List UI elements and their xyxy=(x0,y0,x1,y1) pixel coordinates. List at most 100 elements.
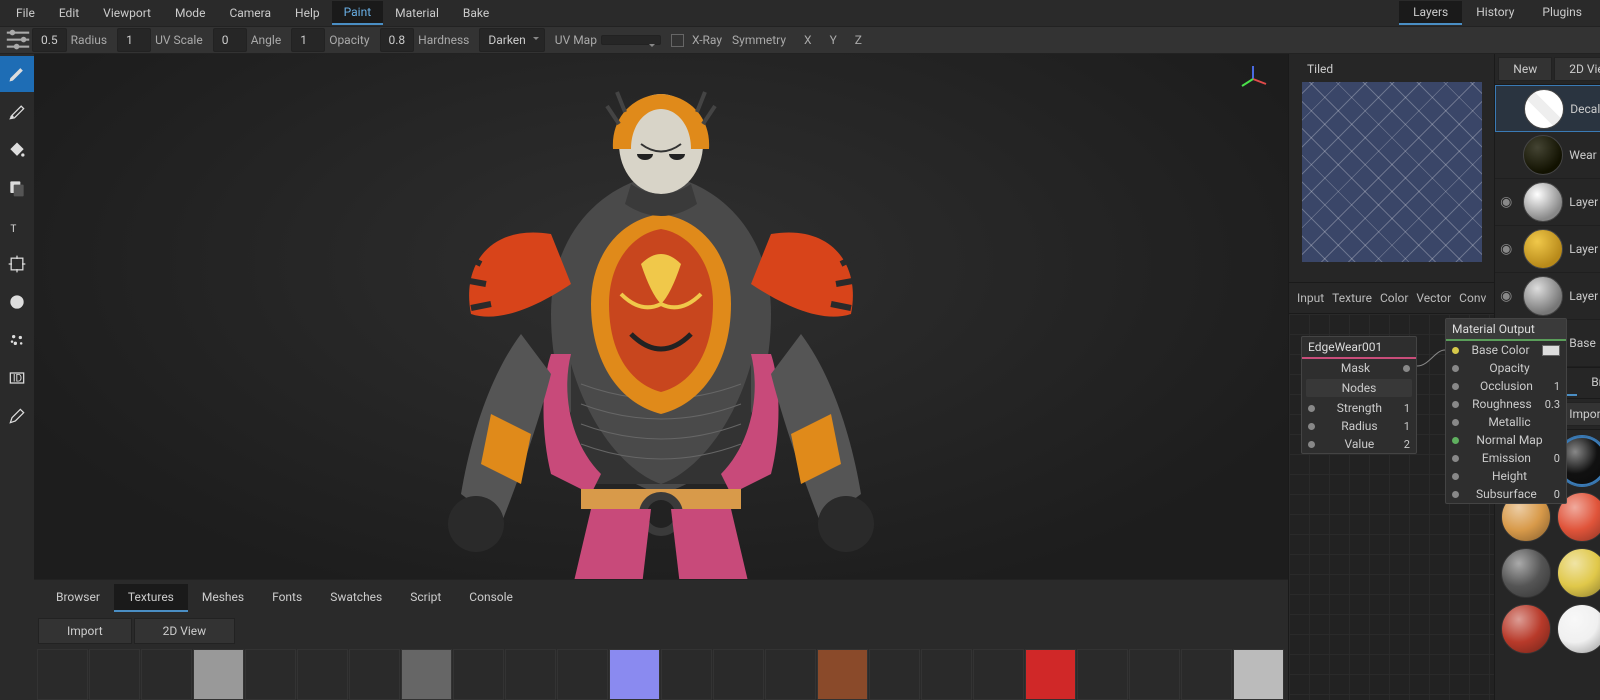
opacity-input[interactable]: 1 xyxy=(291,28,325,52)
layer-row[interactable]: ◉ Layer 3 MixPlate xyxy=(1495,226,1600,273)
out-roughness-val[interactable]: 0.3 xyxy=(1545,398,1560,411)
node-edgewear[interactable]: EdgeWear001 Mask Nodes Strength1 Radius1… xyxy=(1301,336,1417,454)
material-ball[interactable] xyxy=(1501,548,1551,598)
menu-file[interactable]: File xyxy=(4,2,47,24)
tab-plugins[interactable]: Plugins xyxy=(1528,1,1596,25)
node-material-output[interactable]: Material Output Base Color Opacity Occlu… xyxy=(1445,318,1567,504)
texture-thumb[interactable] xyxy=(245,649,296,700)
particle-tool[interactable] xyxy=(0,322,34,358)
radius-input[interactable]: 0.5 xyxy=(32,28,67,52)
texture-thumb[interactable] xyxy=(401,649,452,700)
angle-input[interactable]: 0 xyxy=(213,28,247,52)
layer-name[interactable]: Wear xyxy=(1569,148,1600,162)
texture-thumb[interactable] xyxy=(453,649,504,700)
menu-help[interactable]: Help xyxy=(283,2,332,24)
layer-row[interactable]: ◉ Layer 2 MixArmor xyxy=(1495,273,1600,320)
2dview-button[interactable]: 2D View xyxy=(134,618,236,644)
texture-thumb[interactable] xyxy=(765,649,816,700)
midtab-input[interactable]: Input xyxy=(1293,289,1328,307)
midtab-vector[interactable]: Vector xyxy=(1412,289,1455,307)
texture-thumb[interactable] xyxy=(1077,649,1128,700)
xray-checkbox[interactable] xyxy=(671,34,684,47)
texture-thumb[interactable] xyxy=(141,649,192,700)
material-ball[interactable] xyxy=(1501,604,1551,654)
node-value-val[interactable]: 2 xyxy=(1404,438,1410,451)
layer-new-btn[interactable]: New xyxy=(1498,57,1552,81)
texture-thumb[interactable] xyxy=(297,649,348,700)
texture-thumb[interactable] xyxy=(349,649,400,700)
material-ball[interactable] xyxy=(1557,548,1600,598)
midtab-conv[interactable]: Conv xyxy=(1455,289,1490,307)
texture-thumb[interactable] xyxy=(1181,649,1232,700)
picker-tool[interactable] xyxy=(0,398,34,434)
texture-thumb[interactable] xyxy=(609,649,660,700)
text-tool[interactable]: T xyxy=(0,208,34,244)
uvmap-dropdown[interactable] xyxy=(601,35,661,45)
layer-name[interactable]: Decal xyxy=(1570,102,1600,116)
tab-fonts[interactable]: Fonts xyxy=(258,584,316,612)
tab-history[interactable]: History xyxy=(1462,1,1528,25)
texture-thumb[interactable] xyxy=(193,649,244,700)
out-basecolor-swatch[interactable] xyxy=(1542,345,1560,356)
menu-mode[interactable]: Mode xyxy=(163,2,217,24)
circle-tool[interactable] xyxy=(0,284,34,320)
import-button[interactable]: Import xyxy=(38,618,132,644)
tab-browser[interactable]: Browser xyxy=(42,584,114,612)
tab-textures[interactable]: Textures xyxy=(114,584,188,612)
material-ball[interactable] xyxy=(1557,604,1600,654)
texture-thumb[interactable] xyxy=(817,649,868,700)
ptab-brushes[interactable]: Brushes xyxy=(1577,370,1600,396)
out-occlusion-val[interactable]: 1 xyxy=(1554,380,1560,393)
out-subsurface-val[interactable]: 0 xyxy=(1554,488,1560,501)
texture-thumb[interactable] xyxy=(89,649,140,700)
midtab-texture[interactable]: Texture xyxy=(1328,289,1376,307)
texture-thumb[interactable] xyxy=(869,649,920,700)
fill-tool[interactable] xyxy=(0,132,34,168)
hardness-input[interactable]: 0.8 xyxy=(380,28,415,52)
layer-name[interactable]: Layer 3 xyxy=(1569,242,1600,256)
texture-thumb[interactable] xyxy=(973,649,1024,700)
texture-thumb[interactable] xyxy=(921,649,972,700)
material-preview[interactable] xyxy=(1302,82,1482,262)
clone-tool[interactable] xyxy=(0,170,34,206)
visibility-icon[interactable]: ◉ xyxy=(1495,288,1517,304)
layer-row[interactable]: Decal DarkenShared xyxy=(1495,85,1600,132)
visibility-icon[interactable]: ◉ xyxy=(1495,194,1517,210)
layer-row[interactable]: ◉ Layer 4 MixDecor xyxy=(1495,179,1600,226)
texture-thumb[interactable] xyxy=(1233,649,1284,700)
layer-name[interactable]: Layer 4 xyxy=(1569,195,1600,209)
texture-thumb[interactable] xyxy=(1025,649,1076,700)
menu-edit[interactable]: Edit xyxy=(47,2,91,24)
eraser-tool[interactable] xyxy=(0,94,34,130)
tab-console[interactable]: Console xyxy=(455,584,527,612)
node-strength-val[interactable]: 1 xyxy=(1404,402,1410,415)
midtab-color[interactable]: Color xyxy=(1376,289,1412,307)
sliders-icon[interactable] xyxy=(4,26,32,54)
node-nodes-btn[interactable]: Nodes xyxy=(1342,381,1377,395)
sym-y[interactable]: Y xyxy=(824,29,843,51)
node-radius-val[interactable]: 1 xyxy=(1404,420,1410,433)
viewport-3d[interactable] xyxy=(34,54,1288,579)
texture-thumb[interactable] xyxy=(37,649,88,700)
menu-camera[interactable]: Camera xyxy=(217,2,283,24)
texture-thumb[interactable] xyxy=(1129,649,1180,700)
layer-name[interactable]: Layer 2 xyxy=(1569,289,1600,303)
node-graph[interactable]: EdgeWear001 Mask Nodes Strength1 Radius1… xyxy=(1289,314,1494,700)
blend-dropdown[interactable]: Darken xyxy=(479,28,544,52)
tab-swatches[interactable]: Swatches xyxy=(316,584,396,612)
texture-thumb[interactable] xyxy=(661,649,712,700)
axis-gizmo[interactable] xyxy=(1238,64,1268,94)
texture-thumb[interactable] xyxy=(713,649,764,700)
layer-2dview-btn[interactable]: 2D View xyxy=(1554,57,1600,81)
id-tool[interactable]: ID xyxy=(0,360,34,396)
tab-layers[interactable]: Layers xyxy=(1399,1,1462,25)
uvscale-input[interactable]: 1 xyxy=(117,28,151,52)
transform-tool[interactable] xyxy=(0,246,34,282)
sym-z[interactable]: Z xyxy=(849,29,868,51)
layer-name[interactable]: Base xyxy=(1569,336,1600,350)
texture-thumb[interactable] xyxy=(557,649,608,700)
brush-tool[interactable] xyxy=(0,56,34,92)
texture-thumb[interactable] xyxy=(505,649,556,700)
tab-meshes[interactable]: Meshes xyxy=(188,584,258,612)
tab-script[interactable]: Script xyxy=(396,584,455,612)
